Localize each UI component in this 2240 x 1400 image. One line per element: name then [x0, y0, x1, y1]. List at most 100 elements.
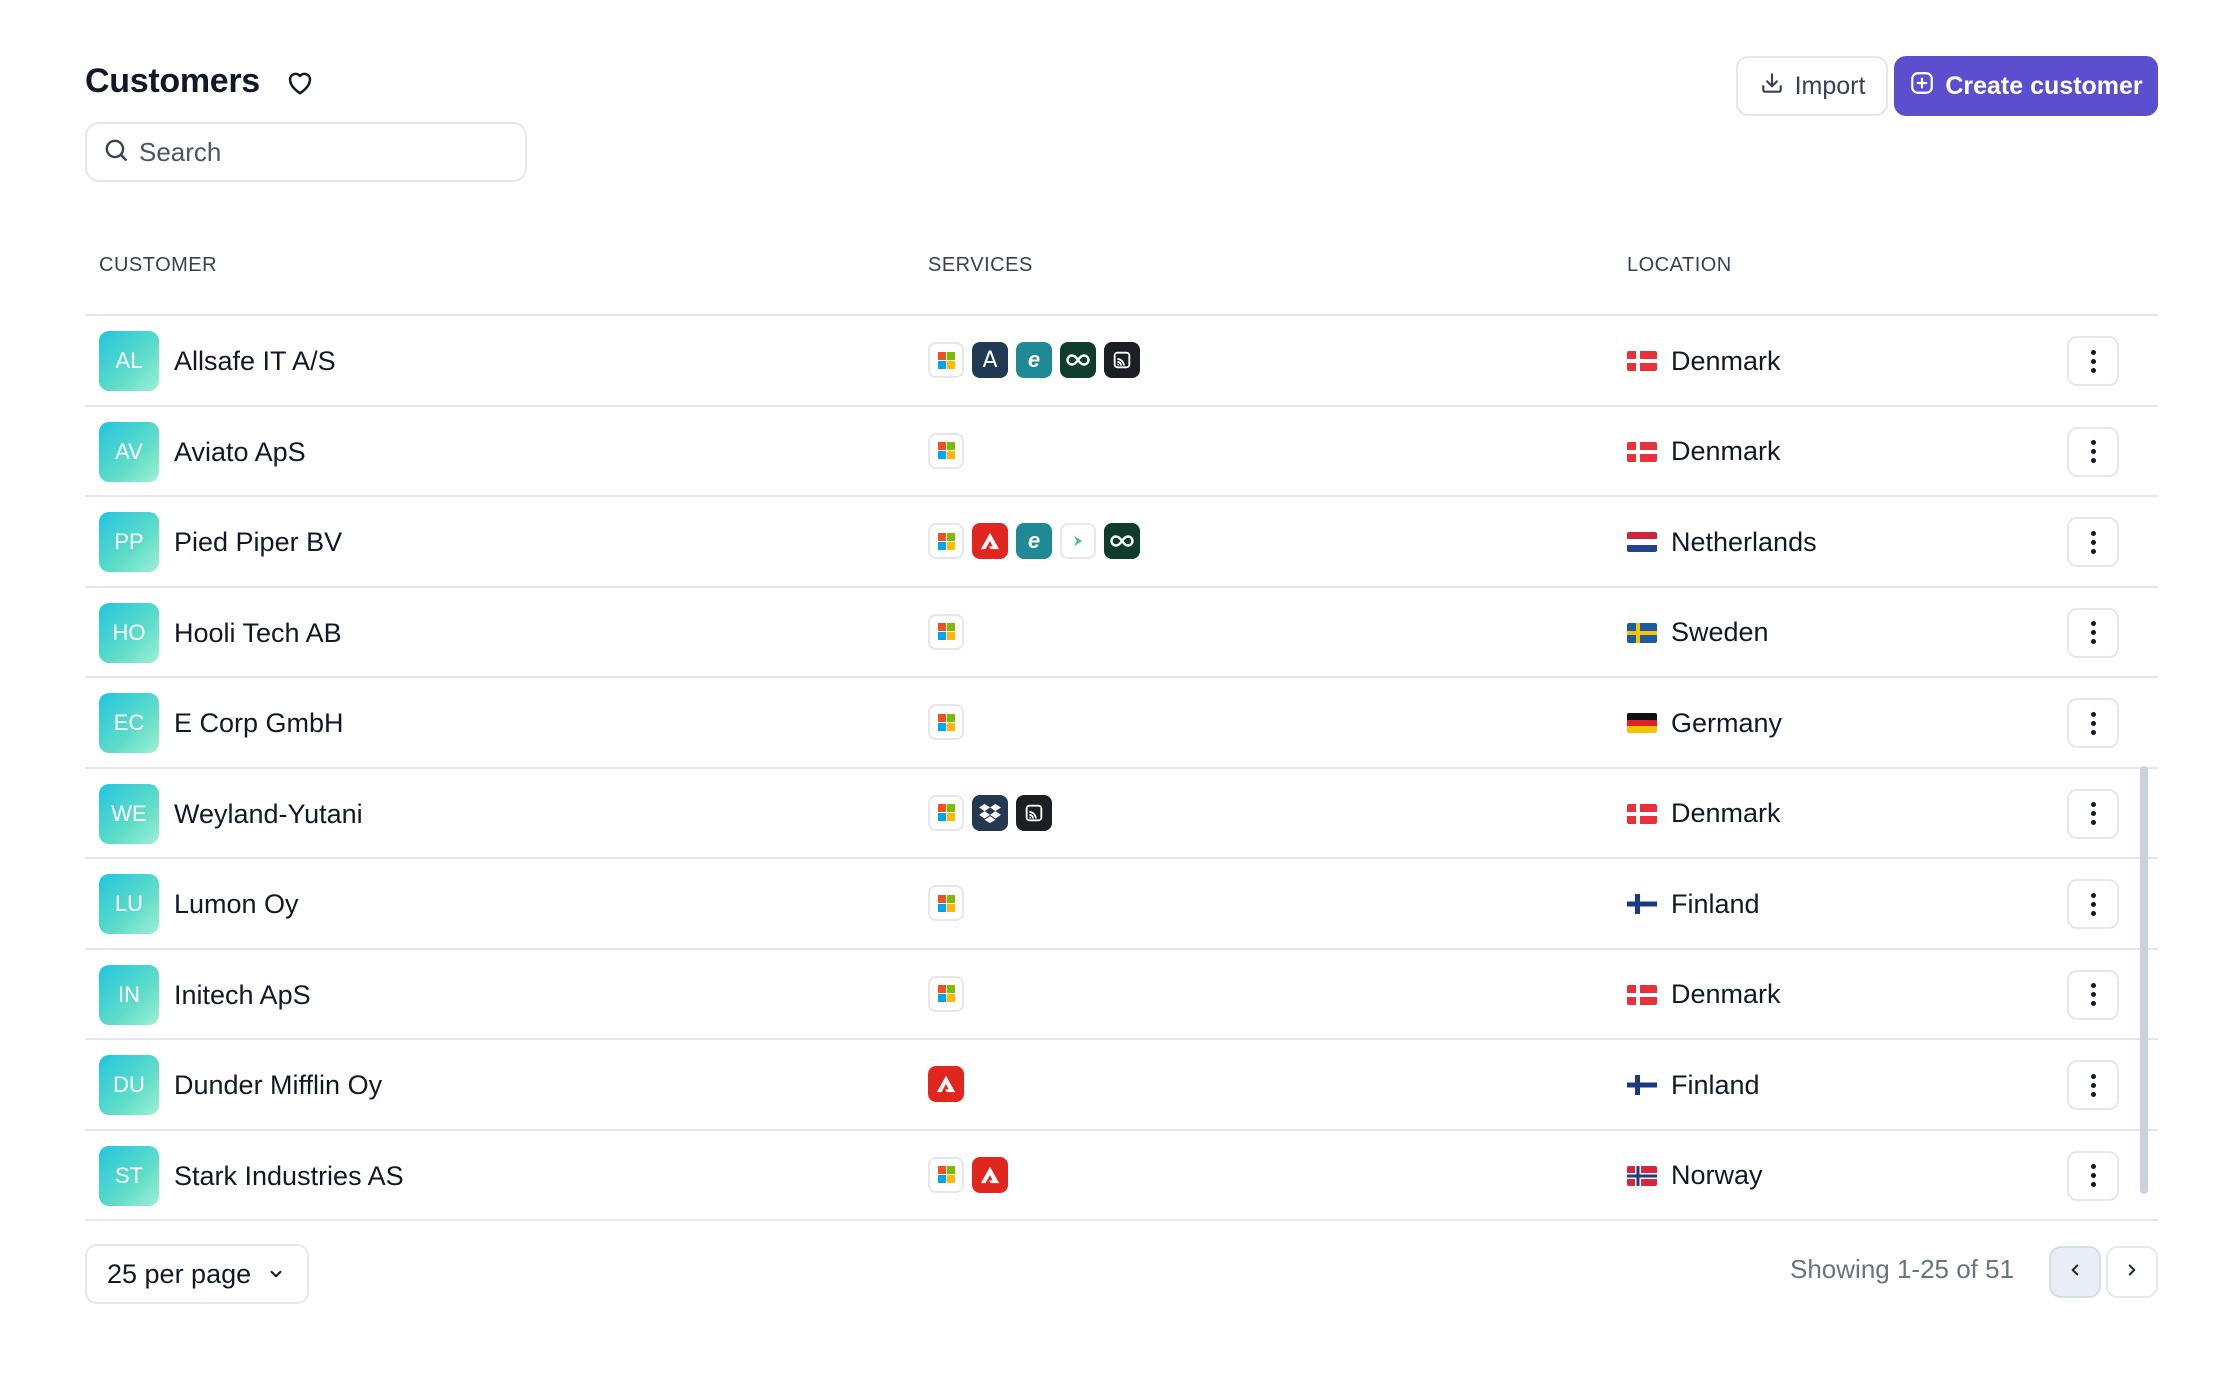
kebab-dot [2090, 892, 2096, 898]
import-button[interactable]: Import [1736, 56, 1888, 116]
kebab-dot [2090, 901, 2096, 907]
search-input[interactable] [139, 136, 479, 168]
per-page-select[interactable]: 25 per page [85, 1244, 309, 1304]
row-actions-button[interactable] [2067, 788, 2119, 839]
flag-no-icon [1627, 1165, 1657, 1186]
cast-icon [1104, 342, 1140, 378]
location: Netherlands [1627, 497, 1817, 587]
table-row[interactable]: ST Stark Industries AS Norway [85, 1131, 2158, 1221]
adobe-icon [928, 1066, 964, 1102]
app-a-icon: A [972, 342, 1008, 378]
location-name: Denmark [1671, 798, 1781, 828]
services-list [928, 794, 1052, 831]
import-label: Import [1794, 71, 1866, 100]
row-actions-button[interactable] [2067, 426, 2119, 477]
row-actions-button[interactable] [2067, 969, 2119, 1020]
plus-square-icon [1909, 70, 1935, 103]
microsoft-icon [928, 885, 964, 921]
heart-icon[interactable] [284, 66, 316, 98]
microsoft-icon [928, 975, 964, 1012]
location: Germany [1627, 678, 1782, 768]
location: Denmark [1627, 316, 1781, 406]
table-row[interactable]: AL Allsafe IT A/S Ae Denmark [85, 316, 2158, 407]
customer-name[interactable]: Lumon Oy [174, 859, 299, 949]
kebab-dot [2090, 1082, 2096, 1088]
table-row[interactable]: DU Dunder Mifflin Oy Finland [85, 1040, 2158, 1131]
kebab-dot [2090, 530, 2096, 536]
location-name: Denmark [1671, 436, 1781, 466]
microsoft-icon [928, 794, 964, 831]
kebab-dot [2090, 1182, 2096, 1187]
kebab-dot [2090, 367, 2096, 373]
location-name: Norway [1671, 1160, 1763, 1190]
customer-name[interactable]: Initech ApS [174, 950, 311, 1040]
location-name: Germany [1671, 707, 1783, 738]
table-row[interactable]: EC E Corp GmbH Germany [85, 678, 2158, 769]
flag-se-icon [1627, 622, 1657, 643]
microsoft-icon [928, 432, 964, 469]
column-header-customer: CUSTOMER [99, 254, 218, 276]
table-row[interactable]: LU Lumon Oy Finland [85, 859, 2158, 950]
microsoft-icon [928, 523, 964, 559]
avatar: PP [99, 512, 159, 572]
table-row[interactable]: AV Aviato ApS Denmark [85, 407, 2158, 497]
customer-name[interactable]: Pied Piper BV [174, 497, 342, 587]
title-row: Customers [85, 62, 316, 101]
customer-name[interactable]: Dunder Mifflin Oy [174, 1040, 382, 1130]
column-header-location: LOCATION [1627, 254, 1732, 276]
dropbox-icon [972, 794, 1008, 831]
table-row[interactable]: IN Initech ApS Denmark [85, 950, 2158, 1040]
avatar: AL [99, 331, 159, 391]
row-actions-button[interactable] [2067, 1150, 2119, 1201]
customers-page: Customers Import Create customer [0, 0, 2240, 1400]
location: Norway [1627, 1131, 1763, 1221]
next-page-button[interactable] [2106, 1246, 2158, 1298]
row-actions-button[interactable] [2067, 517, 2119, 567]
app-e-icon: e [1016, 523, 1052, 559]
adobe-icon [972, 1156, 1008, 1193]
flag-nl-icon [1627, 532, 1657, 552]
customer-name[interactable]: Aviato ApS [174, 407, 306, 497]
services-list [928, 885, 964, 921]
pagination-summary: Showing 1-25 of 51 [1790, 1254, 2015, 1284]
location: Denmark [1627, 950, 1781, 1040]
create-customer-button[interactable]: Create customer [1894, 56, 2158, 116]
row-actions-button[interactable] [2067, 1060, 2119, 1110]
kebab-dot [2090, 539, 2096, 545]
kebab-dot [2090, 449, 2096, 454]
kebab-dot [2090, 440, 2096, 445]
services-list [928, 432, 964, 469]
customer-name[interactable]: Hooli Tech AB [174, 588, 342, 678]
kebab-dot [2090, 1073, 2096, 1079]
kebab-dot [2090, 802, 2096, 807]
customer-name[interactable]: Allsafe IT A/S [174, 316, 336, 406]
flag-dk-icon [1627, 984, 1657, 1005]
row-actions-button[interactable] [2067, 698, 2119, 748]
row-actions-button[interactable] [2067, 607, 2119, 658]
search-field[interactable] [85, 122, 527, 182]
location-name: Denmark [1671, 345, 1781, 376]
customer-name[interactable]: E Corp GmbH [174, 678, 344, 768]
table-row[interactable]: PP Pied Piper BV e Netherlands [85, 497, 2158, 588]
table-row[interactable]: WE Weyland-Yutani Denmark [85, 769, 2158, 859]
customer-table-body: AL Allsafe IT A/S Ae Denmark AV Aviato A… [85, 316, 2158, 1221]
infinity-loop-icon [1060, 342, 1096, 378]
services-list [928, 704, 964, 740]
page-title: Customers [85, 62, 260, 100]
cast-icon [1016, 794, 1052, 831]
services-list [928, 975, 964, 1012]
microsoft-icon [928, 1156, 964, 1193]
previous-page-button[interactable] [2049, 1246, 2101, 1298]
flag-fi-icon [1627, 1075, 1657, 1095]
kebab-dot [2090, 1091, 2096, 1097]
scrollbar-thumb[interactable] [2140, 766, 2148, 1194]
row-actions-button[interactable] [2067, 336, 2119, 386]
location-name: Netherlands [1671, 526, 1817, 557]
row-actions-button[interactable] [2067, 879, 2119, 929]
customer-name[interactable]: Stark Industries AS [174, 1131, 404, 1221]
flag-dk-icon [1627, 441, 1657, 462]
customer-name[interactable]: Weyland-Yutani [174, 769, 363, 859]
table-row[interactable]: HO Hooli Tech AB Sweden [85, 588, 2158, 678]
microsoft-icon [928, 342, 964, 378]
kebab-dot [2090, 820, 2096, 825]
